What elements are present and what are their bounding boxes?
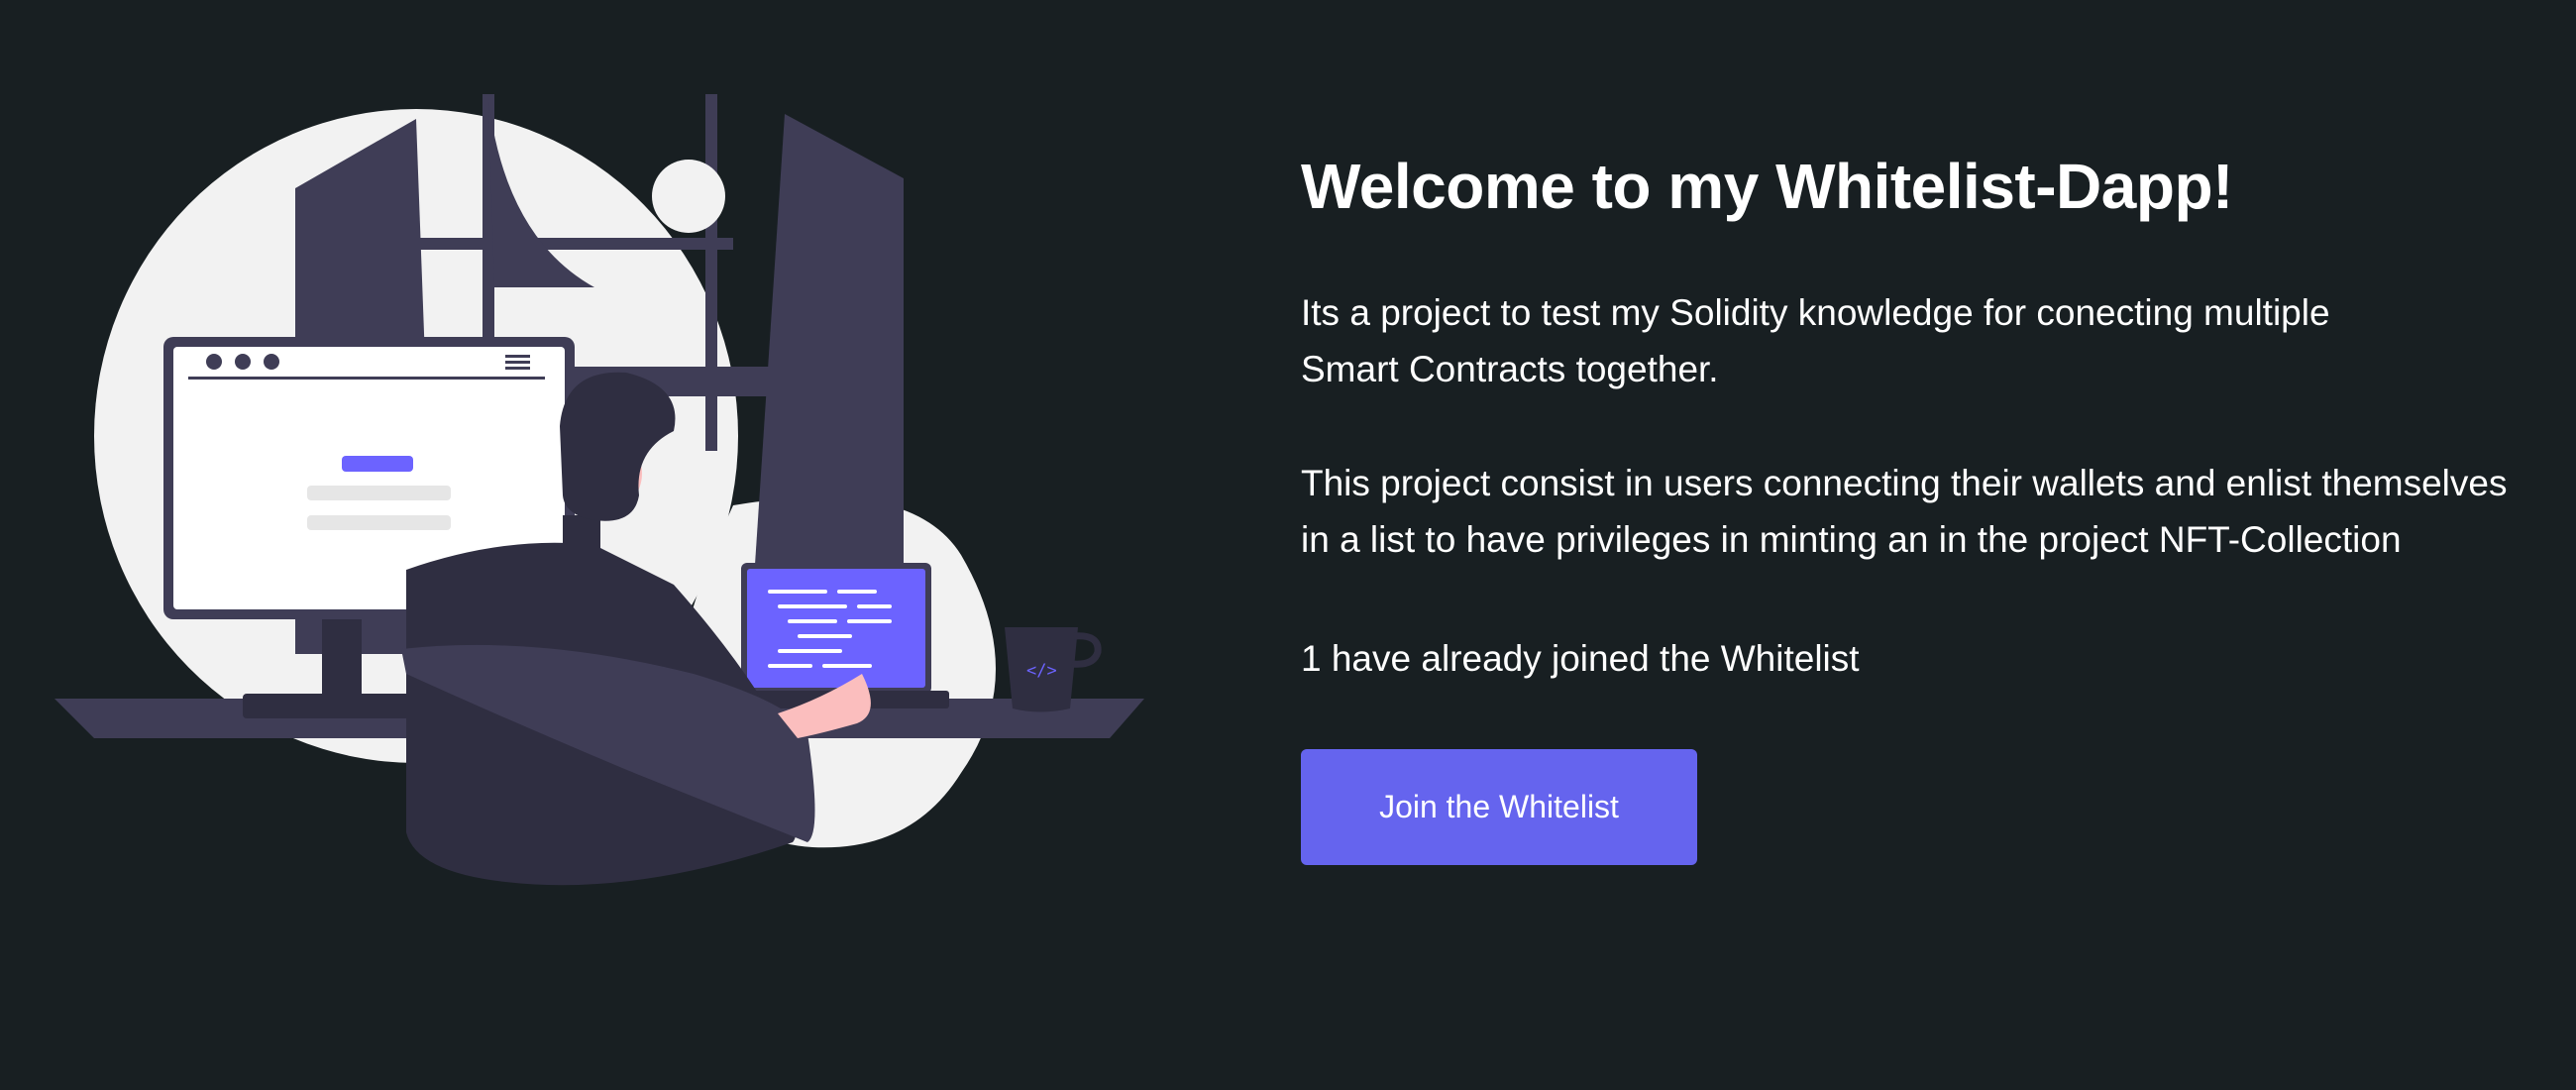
menu-icon-line <box>505 367 530 370</box>
page-title: Welcome to my Whitelist-Dapp! <box>1301 151 2233 222</box>
project-details: This project consist in users connecting… <box>1301 462 2508 560</box>
developer-illustration-icon: </> <box>54 94 1144 886</box>
window-dot-icon <box>206 354 222 370</box>
window-bar-vertical-2 <box>705 94 717 451</box>
screen-button-shape <box>342 456 413 472</box>
screen-text-line <box>307 486 451 500</box>
code-icon: </> <box>1026 661 1057 681</box>
menu-icon-line <box>505 361 530 364</box>
moon <box>652 160 725 233</box>
laptop-screen <box>747 569 925 688</box>
page: </> Welcome to my Whitelist-Dapp! Its a … <box>0 0 2576 1090</box>
window-dot-icon <box>235 354 251 370</box>
menu-icon-line <box>505 355 530 358</box>
window-bar-horizontal <box>416 238 733 250</box>
window-dot-icon <box>264 354 279 370</box>
whitelist-count-text: 1 have already joined the Whitelist <box>1301 637 1860 679</box>
screen-divider <box>188 377 545 380</box>
hero-content: Welcome to my Whitelist-Dapp! Its a proj… <box>1301 149 2576 865</box>
join-whitelist-button[interactable]: Join the Whitelist <box>1301 748 1697 865</box>
person-neck <box>563 515 600 555</box>
screen-text-line <box>307 515 451 530</box>
right-pillar <box>753 114 904 595</box>
project-description: Its a project to test my Solidity knowle… <box>1301 291 2330 389</box>
